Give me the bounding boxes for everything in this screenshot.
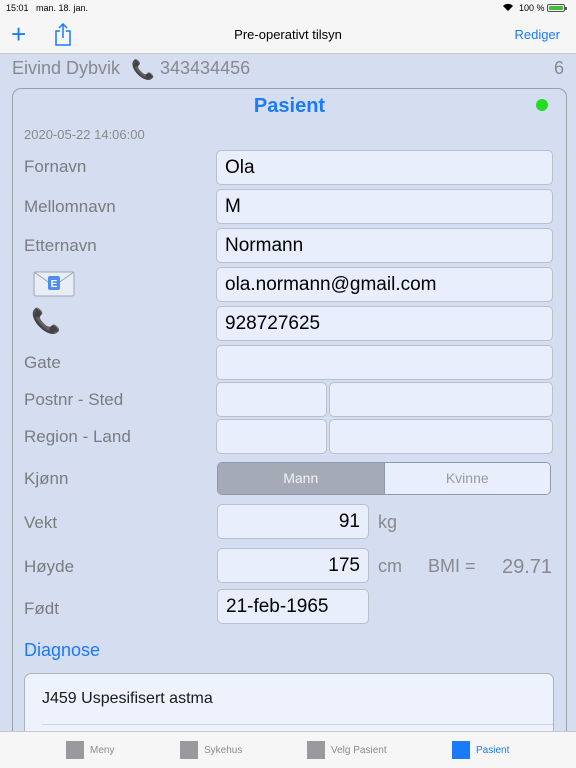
email-field[interactable]: ola.normann@gmail.com — [216, 267, 553, 302]
patient-header-name: Eivind Dybvik — [12, 58, 121, 78]
card-title: Pasient — [253, 95, 326, 117]
weight-unit: kg — [378, 512, 398, 532]
first-name-field[interactable]: Ola — [216, 150, 553, 185]
middle-name-field[interactable]: M — [216, 189, 553, 224]
menu-icon — [66, 741, 84, 759]
weight-field[interactable]: 91 — [217, 504, 369, 539]
patient-header-count: 6 — [553, 58, 564, 78]
gender-option-male[interactable]: Mann — [218, 463, 385, 494]
first-name-label: Fornavn — [24, 157, 87, 176]
list-divider — [42, 724, 553, 725]
bmi-label: BMI = — [428, 556, 476, 576]
status-bar: 15:01 man. 18. jan. 100 % — [0, 0, 576, 16]
height-label: Høyde — [24, 557, 75, 576]
bmi-value: 29.71 — [502, 556, 553, 578]
page-title: Pre-operativt tilsyn — [234, 27, 342, 42]
tab-label: Velg Pasient — [331, 744, 387, 756]
timestamp: 2020-05-22 14:06:00 — [24, 127, 145, 142]
phone-icon: 📞 — [131, 60, 155, 81]
last-name-label: Etternavn — [24, 236, 97, 255]
battery-percent: 100 % — [519, 3, 545, 13]
region-field[interactable] — [216, 419, 327, 454]
list-item[interactable]: J459 Uspesifisert astma — [42, 690, 213, 708]
email-icon: E — [33, 270, 75, 298]
postal-code-field[interactable] — [216, 382, 327, 417]
born-label: Født — [24, 599, 59, 618]
diagnose-link[interactable]: Diagnose — [24, 640, 100, 661]
hospital-icon — [180, 741, 198, 759]
navigation-bar: + Pre-operativt tilsyn Rediger — [0, 16, 576, 54]
patient-icon — [452, 741, 470, 759]
height-unit: cm — [378, 556, 402, 576]
gender-segmented-control: Mann Kvinne — [217, 462, 551, 495]
middle-name-label: Mellomnavn — [24, 197, 116, 216]
status-time: 15:01 — [6, 3, 29, 13]
patient-header-phone: 343434456 — [160, 58, 251, 78]
patient-card: Pasient 2020-05-22 14:06:00 Fornavn Ola … — [12, 88, 567, 748]
tab-sykehus[interactable]: Sykehus — [180, 740, 242, 760]
tab-label: Pasient — [476, 744, 510, 756]
weight-label: Vekt — [24, 513, 58, 532]
status-indicator — [536, 99, 548, 111]
street-field[interactable] — [216, 345, 553, 380]
country-field[interactable] — [329, 419, 553, 454]
born-date-field[interactable]: 21-feb-1965 — [217, 589, 369, 624]
status-date: man. 18. jan. — [36, 3, 89, 13]
wifi-icon — [502, 2, 514, 14]
patient-header: Eivind Dybvik 📞 343434456 6 — [0, 58, 576, 81]
gender-option-female[interactable]: Kvinne — [384, 463, 550, 494]
svg-text:E: E — [51, 279, 58, 290]
gender-label: Kjønn — [24, 469, 69, 488]
tab-meny[interactable]: Meny — [66, 740, 114, 760]
battery-icon — [547, 4, 567, 12]
tab-velg-pasient[interactable]: Velg Pasient — [307, 740, 387, 760]
city-field[interactable] — [329, 382, 553, 417]
edit-button[interactable]: Rediger — [514, 27, 560, 42]
tab-label: Sykehus — [204, 744, 243, 756]
postal-label: Postnr - Sted — [24, 390, 124, 409]
tab-label: Meny — [90, 744, 115, 756]
street-label: Gate — [24, 353, 61, 372]
tab-bar: Meny Sykehus Velg Pasient Pasient — [0, 731, 576, 768]
tab-pasient[interactable]: Pasient — [452, 740, 509, 760]
region-label: Region - Land — [24, 427, 131, 446]
last-name-field[interactable]: Normann — [216, 228, 553, 263]
height-field[interactable]: 175 — [217, 548, 369, 583]
select-patient-icon — [307, 741, 325, 759]
phone-icon: 📞 — [31, 308, 61, 335]
phone-field[interactable]: 928727625 — [216, 306, 553, 341]
